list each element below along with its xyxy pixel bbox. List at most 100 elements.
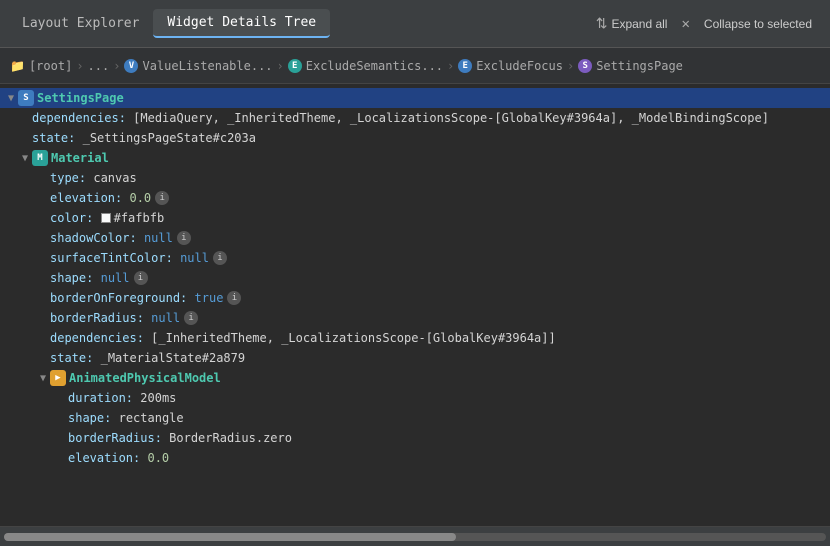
- tree-row: duration: 200ms: [0, 388, 830, 408]
- tree-row: dependencies: [_InheritedTheme, _Localiz…: [0, 328, 830, 348]
- property-key: type:: [50, 171, 86, 185]
- tree-panel[interactable]: S SettingsPage dependencies: [MediaQuery…: [0, 84, 830, 526]
- scrollbar-thumb[interactable]: [4, 533, 456, 541]
- collapse-to-selected-button[interactable]: Collapse to selected: [694, 13, 822, 35]
- tree-row: elevation: 0.0: [0, 448, 830, 468]
- property-key: shape:: [50, 271, 93, 285]
- property-key: state:: [50, 351, 93, 365]
- property-key: color:: [50, 211, 93, 225]
- tree-row: shape: rectangle: [0, 408, 830, 428]
- node-icon-animated: ▶: [50, 370, 66, 386]
- breadcrumb-excludefocus-label: ExcludeFocus: [476, 59, 563, 73]
- tree-row: elevation: 0.0 i: [0, 188, 830, 208]
- breadcrumb-settingspage-label: SettingsPage: [596, 59, 683, 73]
- node-icon-material: M: [32, 150, 48, 166]
- breadcrumb-valuelistenable[interactable]: V ValueListenable...: [124, 59, 272, 73]
- property-key: borderOnForeground:: [50, 291, 187, 305]
- property-value: _MaterialState#2a879: [101, 351, 246, 365]
- tree-row[interactable]: S SettingsPage: [0, 88, 830, 108]
- tree-row: borderRadius: null i: [0, 308, 830, 328]
- breadcrumb-root-label: [root]: [29, 59, 72, 73]
- tree-row: shape: null i: [0, 268, 830, 288]
- breadcrumb-ellipsis[interactable]: ...: [88, 59, 110, 73]
- property-key: duration:: [68, 391, 133, 405]
- tree-row: dependencies: [MediaQuery, _InheritedThe…: [0, 108, 830, 128]
- color-swatch: [101, 213, 111, 223]
- node-name-animated: AnimatedPhysicalModel: [69, 371, 221, 385]
- property-key: dependencies:: [32, 111, 126, 125]
- info-button[interactable]: i: [213, 251, 227, 265]
- property-value: #fafbfb: [114, 211, 165, 225]
- tree-row: borderRadius: BorderRadius.zero: [0, 428, 830, 448]
- breadcrumb-sep-2: ›: [113, 59, 120, 73]
- breadcrumb: 📁 [root] › ... › V ValueListenable... › …: [0, 48, 830, 84]
- property-value: [MediaQuery, _InheritedTheme, _Localizat…: [133, 111, 769, 125]
- badge-settingspage: S: [578, 59, 592, 73]
- property-value: true: [195, 291, 224, 305]
- property-key: borderRadius:: [50, 311, 144, 325]
- toolbar: Layout Explorer Widget Details Tree ⇅ Ex…: [0, 0, 830, 48]
- tree-row: type: canvas: [0, 168, 830, 188]
- property-value: canvas: [93, 171, 136, 185]
- toggle-settingspage[interactable]: [4, 91, 18, 105]
- tree-row: state: _SettingsPageState#c203a: [0, 128, 830, 148]
- property-value: null: [151, 311, 180, 325]
- breadcrumb-settingspage[interactable]: S SettingsPage: [578, 59, 683, 73]
- info-button[interactable]: i: [134, 271, 148, 285]
- tree-row: state: _MaterialState#2a879: [0, 348, 830, 368]
- node-icon-settingspage: S: [18, 90, 34, 106]
- property-value: _SettingsPageState#c203a: [83, 131, 256, 145]
- divider-icon: ✕: [681, 16, 689, 32]
- property-key: dependencies:: [50, 331, 144, 345]
- info-button[interactable]: i: [227, 291, 241, 305]
- info-button[interactable]: i: [155, 191, 169, 205]
- tree-row: borderOnForeground: true i: [0, 288, 830, 308]
- badge-excludesemantics: E: [288, 59, 302, 73]
- property-key: state:: [32, 131, 75, 145]
- property-key: surfaceTintColor:: [50, 251, 173, 265]
- folder-icon: 📁: [10, 59, 25, 73]
- toggle-material[interactable]: [18, 151, 32, 165]
- breadcrumb-excludefocus[interactable]: E ExcludeFocus: [458, 59, 563, 73]
- breadcrumb-sep-4: ›: [447, 59, 454, 73]
- expand-all-label: Expand all: [611, 17, 667, 31]
- property-key: elevation:: [50, 191, 122, 205]
- scrollbar-track[interactable]: [4, 533, 826, 541]
- breadcrumb-sep-3: ›: [277, 59, 284, 73]
- breadcrumb-excludesemantics-label: ExcludeSemantics...: [306, 59, 443, 73]
- info-button[interactable]: i: [184, 311, 198, 325]
- badge-valuelistenable: V: [124, 59, 138, 73]
- tree-row: shadowColor: null i: [0, 228, 830, 248]
- property-value: [_InheritedTheme, _LocalizationsScope-[G…: [151, 331, 556, 345]
- toggle-animated-physical-model[interactable]: [36, 371, 50, 385]
- breadcrumb-excludesemantics[interactable]: E ExcludeSemantics...: [288, 59, 443, 73]
- badge-excludefocus: E: [458, 59, 472, 73]
- breadcrumb-root[interactable]: 📁 [root]: [10, 59, 72, 73]
- property-value: rectangle: [119, 411, 184, 425]
- breadcrumb-sep-1: ›: [76, 59, 83, 73]
- property-key: shape:: [68, 411, 111, 425]
- property-key: elevation:: [68, 451, 140, 465]
- property-value: 0.0: [147, 451, 169, 465]
- property-key: shadowColor:: [50, 231, 137, 245]
- tab-layout-explorer[interactable]: Layout Explorer: [8, 10, 153, 37]
- property-key: borderRadius:: [68, 431, 162, 445]
- horizontal-scrollbar[interactable]: [0, 526, 830, 546]
- property-value: null: [180, 251, 209, 265]
- tab-widget-details-tree[interactable]: Widget Details Tree: [153, 9, 330, 38]
- tree-row[interactable]: ▶ AnimatedPhysicalModel: [0, 368, 830, 388]
- expand-icon: ⇅: [596, 15, 608, 32]
- property-value: null: [144, 231, 173, 245]
- node-name-material: Material: [51, 151, 109, 165]
- property-value: 200ms: [140, 391, 176, 405]
- expand-all-button[interactable]: ⇅ Expand all: [586, 11, 678, 36]
- toolbar-actions: ⇅ Expand all ✕ Collapse to selected: [586, 11, 822, 36]
- tree-row: color: #fafbfb: [0, 208, 830, 228]
- breadcrumb-ellipsis-label: ...: [88, 59, 110, 73]
- property-value: null: [101, 271, 130, 285]
- node-name-settingspage: SettingsPage: [37, 91, 124, 105]
- tree-row[interactable]: M Material: [0, 148, 830, 168]
- property-value: BorderRadius.zero: [169, 431, 292, 445]
- breadcrumb-sep-5: ›: [567, 59, 574, 73]
- info-button[interactable]: i: [177, 231, 191, 245]
